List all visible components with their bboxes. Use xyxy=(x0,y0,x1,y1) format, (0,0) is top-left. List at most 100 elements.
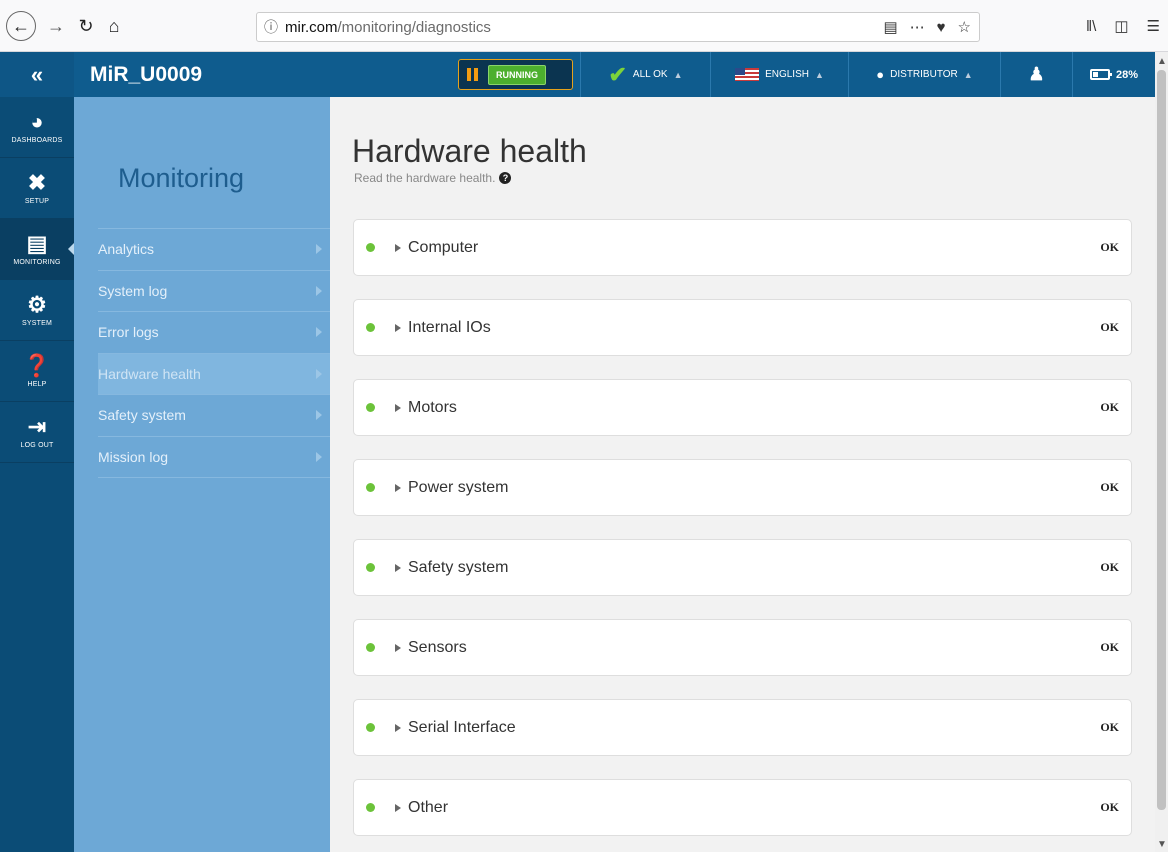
expand-arrow-icon[interactable] xyxy=(395,483,401,492)
arrow-right-icon xyxy=(316,327,322,338)
panel-label: Other xyxy=(408,798,449,816)
status-label: ALL OK xyxy=(632,69,668,80)
menu-icon[interactable]: ☰ xyxy=(1147,17,1160,35)
more-actions-icon[interactable]: ⋯ xyxy=(910,18,925,36)
subnav-item-label: Error logs xyxy=(98,324,159,341)
reader-view-icon[interactable]: ▤ xyxy=(883,18,897,36)
subnav-item-analytics[interactable]: Analytics xyxy=(98,229,330,271)
sidebar-toggle-icon[interactable]: ◫ xyxy=(1114,17,1128,35)
url-bar[interactable]: ⓘ mir.com/monitoring/diagnostics ▤ ⋯ ♥ ☆ xyxy=(256,12,980,42)
panel-label: Serial Interface xyxy=(408,718,516,736)
rail-item-system[interactable]: ⚙ SYSTEM xyxy=(0,280,74,341)
rail-label: MONITORING xyxy=(13,259,61,266)
reload-icon[interactable]: ↻ xyxy=(72,12,100,40)
info-icon[interactable]: ⓘ xyxy=(257,17,285,37)
pocket-icon[interactable]: ♥ xyxy=(937,19,946,36)
logout-icon: ⇥ xyxy=(27,414,47,439)
subnav-item-label: Safety system xyxy=(98,407,186,424)
help-icon: ❓ xyxy=(23,353,51,378)
subnav-item-safety-system[interactable]: Safety system xyxy=(98,395,330,437)
subnav-title: Monitoring xyxy=(118,163,245,193)
scroll-down-icon[interactable]: ▼ xyxy=(1157,839,1167,850)
rail-label: DASHBOARDS xyxy=(11,137,63,144)
expand-arrow-icon[interactable] xyxy=(395,643,401,652)
subnav-item-error-logs[interactable]: Error logs xyxy=(98,312,330,354)
rail-item-monitoring[interactable]: ▤ MONITORING xyxy=(0,219,74,280)
panel-label: Power system xyxy=(408,478,509,496)
panel-status: OK xyxy=(1100,720,1119,734)
panel-label: Sensors xyxy=(408,638,467,656)
arrow-right-icon xyxy=(316,410,322,421)
user-menu[interactable]: ● DISTRIBUTOR ▲ xyxy=(848,52,1000,97)
panel-label: Computer xyxy=(408,238,479,256)
arrow-right-icon xyxy=(316,244,322,255)
language-menu[interactable]: ENGLISH ▲ xyxy=(710,52,848,97)
rail-item-logout[interactable]: ⇥ LOG OUT xyxy=(0,402,74,463)
library-icon[interactable]: ‖\ xyxy=(1086,18,1096,35)
panel-label: Safety system xyxy=(408,558,509,576)
expand-arrow-icon[interactable] xyxy=(395,723,401,732)
status-ok-icon xyxy=(366,323,375,332)
user-icon: ● xyxy=(876,67,885,82)
expand-arrow-icon[interactable] xyxy=(395,243,401,252)
status-menu[interactable]: ✔ ALL OK ▲ xyxy=(580,52,710,97)
running-badge: RUNNING xyxy=(488,64,546,85)
health-panel-other[interactable]: Other OK xyxy=(353,779,1132,836)
user-role-label: DISTRIBUTOR xyxy=(890,69,958,80)
expand-arrow-icon[interactable] xyxy=(395,403,401,412)
caret-up-icon: ▲ xyxy=(963,69,973,80)
expand-arrow-icon[interactable] xyxy=(395,803,401,812)
scroll-thumb[interactable] xyxy=(1157,70,1166,810)
page-scrollbar[interactable]: ▲ ▼ xyxy=(1155,52,1168,852)
url-path: /monitoring/diagnostics xyxy=(337,18,491,36)
subnav-list: Analytics System log Error logs Hardware… xyxy=(98,228,330,478)
page-subtitle: Read the hardware health. ? xyxy=(354,171,512,185)
panel-label: Internal IOs xyxy=(408,318,491,336)
forward-arrow-icon[interactable]: → xyxy=(42,12,70,40)
rail-label: HELP xyxy=(27,381,47,388)
rail-item-dashboards[interactable]: ◕ DASHBOARDS xyxy=(0,97,74,158)
gear-icon: ⚙ xyxy=(27,292,47,317)
health-panel-internal-ios[interactable]: Internal IOs OK xyxy=(353,299,1132,356)
status-ok-icon xyxy=(366,803,375,812)
app-header: « MiR_U0009 RUNNING ✔ ALL OK ▲ ENGLISH ▲… xyxy=(0,52,1155,97)
arrow-right-icon xyxy=(316,451,322,462)
health-panel-motors[interactable]: Motors OK xyxy=(353,379,1132,436)
subnav-item-hardware-health[interactable]: Hardware health xyxy=(98,353,330,395)
pause-icon[interactable] xyxy=(467,68,478,81)
home-icon[interactable]: ⌂ xyxy=(100,12,128,40)
rail-item-help[interactable]: ❓ HELP xyxy=(0,341,74,402)
collapse-menu-icon[interactable]: « xyxy=(0,52,74,97)
back-arrow-icon[interactable]: ← xyxy=(6,11,36,41)
status-ok-icon xyxy=(366,483,375,492)
rail-item-setup[interactable]: ✖ SETUP xyxy=(0,158,74,219)
status-ok-icon xyxy=(366,723,375,732)
health-panel-safety-system[interactable]: Safety system OK xyxy=(353,539,1132,596)
bookmark-star-icon[interactable]: ☆ xyxy=(958,18,971,36)
subnav-item-mission-log[interactable]: Mission log xyxy=(98,437,330,478)
health-panel-computer[interactable]: Computer OK xyxy=(353,219,1132,276)
subnav-item-label: Mission log xyxy=(98,448,169,465)
status-ok-icon xyxy=(366,643,375,652)
status-ok-icon xyxy=(366,563,375,572)
chart-icon: ▤ xyxy=(26,231,48,256)
health-panel-power-system[interactable]: Power system OK xyxy=(353,459,1132,516)
panel-status: OK xyxy=(1100,400,1119,414)
url-domain: mir.com xyxy=(285,18,338,36)
health-panel-serial-interface[interactable]: Serial Interface OK xyxy=(353,699,1132,756)
joystick-icon: ♟ xyxy=(1028,64,1045,84)
subnav-item-label: Hardware health xyxy=(98,365,201,382)
health-panel-sensors[interactable]: Sensors OK xyxy=(353,619,1132,676)
expand-arrow-icon[interactable] xyxy=(395,323,401,332)
battery-indicator[interactable]: 28% xyxy=(1072,52,1155,97)
scroll-up-icon[interactable]: ▲ xyxy=(1157,56,1167,67)
help-icon[interactable]: ? xyxy=(499,172,512,184)
caret-up-icon: ▲ xyxy=(814,69,824,80)
subnav-item-system-log[interactable]: System log xyxy=(98,271,330,312)
panel-status: OK xyxy=(1100,480,1119,494)
joystick-button[interactable]: ♟ xyxy=(1000,52,1072,97)
expand-arrow-icon[interactable] xyxy=(395,563,401,572)
page-title: Hardware health xyxy=(352,133,587,169)
panel-label: Motors xyxy=(408,398,457,416)
run-state-control[interactable]: RUNNING xyxy=(458,59,573,90)
